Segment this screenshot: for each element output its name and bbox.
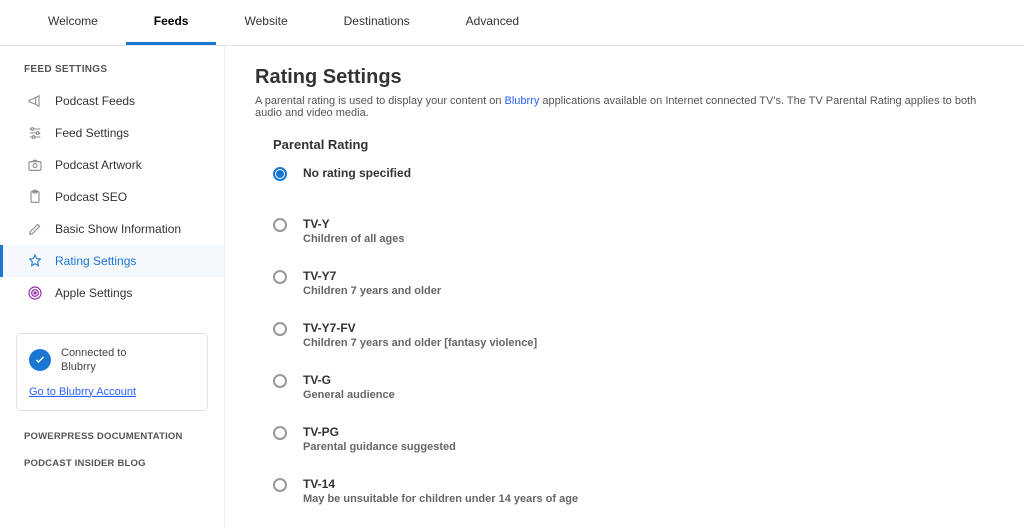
sidebar-item-basic-show-info[interactable]: Basic Show Information	[0, 213, 224, 245]
radio-label: No rating specified	[303, 166, 411, 180]
main-content: Rating Settings A parental rating is use…	[225, 46, 1024, 528]
sidebar-item-label: Basic Show Information	[55, 222, 181, 236]
radio-sublabel: Children of all ages	[303, 233, 404, 245]
radio-label: TV-Y	[303, 217, 404, 231]
page-title: Rating Settings	[255, 66, 994, 89]
radio-label: TV-PG	[303, 425, 456, 439]
clipboard-icon	[27, 189, 43, 205]
sidebar-item-rating-settings[interactable]: Rating Settings	[0, 245, 224, 277]
radio-tv-14[interactable]	[273, 478, 287, 492]
connect-account-link[interactable]: Go to Blubrry Account	[29, 386, 136, 398]
sidebar-header: FEED SETTINGS	[0, 60, 224, 85]
megaphone-icon	[27, 93, 43, 109]
tab-advanced[interactable]: Advanced	[438, 0, 547, 45]
radio-sublabel: Children 7 years and older [fantasy viol…	[303, 337, 537, 349]
tab-destinations[interactable]: Destinations	[316, 0, 438, 45]
radio-tv-g[interactable]	[273, 374, 287, 388]
section-title: Parental Rating	[273, 137, 994, 152]
radio-sublabel: Parental guidance suggested	[303, 441, 456, 453]
blubrry-link[interactable]: Blubrry	[505, 95, 540, 107]
page-description: A parental rating is used to display you…	[255, 95, 994, 119]
sidebar-item-label: Podcast Feeds	[55, 94, 135, 108]
radio-tv-pg[interactable]	[273, 426, 287, 440]
tab-feeds[interactable]: Feeds	[126, 0, 217, 45]
podcast-icon	[27, 285, 43, 301]
top-nav: Welcome Feeds Website Destinations Advan…	[0, 0, 1024, 46]
sidebar-item-podcast-artwork[interactable]: Podcast Artwork	[0, 149, 224, 181]
pencil-icon	[27, 221, 43, 237]
radio-label: TV-Y7-FV	[303, 321, 537, 335]
sidebar-item-label: Rating Settings	[55, 254, 136, 268]
radio-sublabel: May be unsuitable for children under 14 …	[303, 493, 578, 505]
camera-icon	[27, 157, 43, 173]
sidebar-item-feed-settings[interactable]: Feed Settings	[0, 117, 224, 149]
sidebar-item-label: Feed Settings	[55, 126, 129, 140]
sidebar-item-label: Podcast Artwork	[55, 158, 142, 172]
sidebar-item-apple-settings[interactable]: Apple Settings	[0, 277, 224, 309]
sidebar: FEED SETTINGS Podcast Feeds Feed Setting…	[0, 46, 225, 528]
connect-card: Connected toBlubrry Go to Blubrry Accoun…	[16, 333, 208, 411]
rating-options: No rating specified TV-Y Children of all …	[255, 166, 994, 528]
tab-website[interactable]: Website	[216, 0, 315, 45]
radio-tv-y7[interactable]	[273, 270, 287, 284]
radio-tv-y7-fv[interactable]	[273, 322, 287, 336]
radio-tv-y[interactable]	[273, 218, 287, 232]
sidebar-item-podcast-feeds[interactable]: Podcast Feeds	[0, 85, 224, 117]
sidebar-item-podcast-seo[interactable]: Podcast SEO	[0, 181, 224, 213]
radio-label: TV-G	[303, 373, 395, 387]
star-icon	[27, 253, 43, 269]
radio-sublabel: General audience	[303, 389, 395, 401]
doc-link-powerpress[interactable]: POWERPRESS DOCUMENTATION	[0, 423, 224, 450]
radio-label: TV-Y7	[303, 269, 441, 283]
radio-sublabel: Children 7 years and older	[303, 285, 441, 297]
connect-status-text: Connected toBlubrry	[61, 346, 126, 375]
doc-link-insider[interactable]: PODCAST INSIDER BLOG	[0, 450, 224, 477]
sliders-icon	[27, 125, 43, 141]
sidebar-item-label: Podcast SEO	[55, 190, 127, 204]
sidebar-item-label: Apple Settings	[55, 286, 132, 300]
tab-welcome[interactable]: Welcome	[20, 0, 126, 45]
radio-label: TV-14	[303, 477, 578, 491]
radio-no-rating[interactable]	[273, 167, 287, 181]
check-badge-icon	[29, 349, 51, 371]
